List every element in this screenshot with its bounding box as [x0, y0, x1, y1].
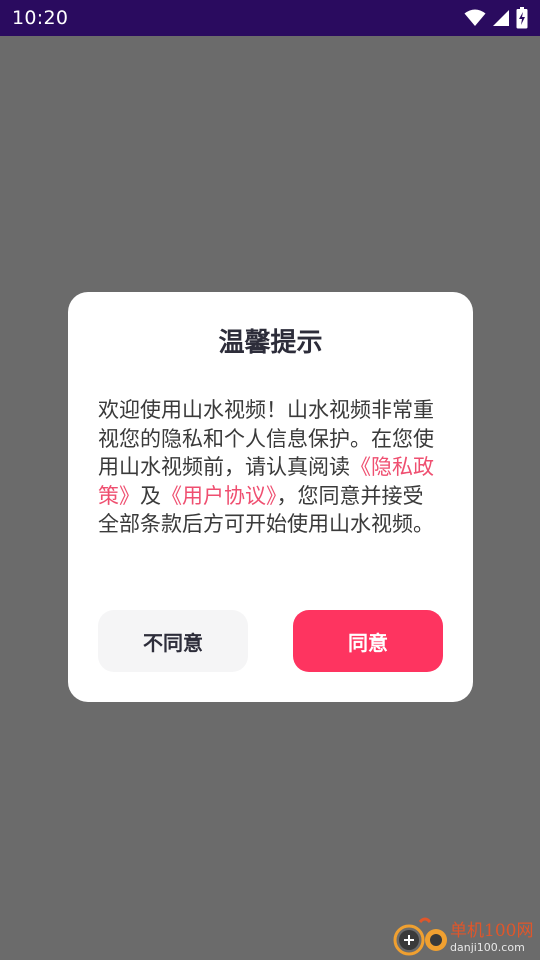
signal-icon — [492, 9, 510, 27]
user-agreement-link[interactable]: 《用户协议》 — [161, 484, 277, 508]
wifi-icon — [464, 9, 486, 27]
dialog-title: 温馨提示 — [218, 328, 323, 358]
dialog-message: 欢迎使用山水视频！山水视频非常重视您的隐私和个人信息保护。在您使用山水视频前，请… — [98, 396, 443, 539]
privacy-dialog: 温馨提示 欢迎使用山水视频！山水视频非常重视您的隐私和个人信息保护。在您使用山水… — [68, 292, 473, 702]
watermark: 单机100网 danji100.com — [392, 916, 540, 960]
watermark-text: 单机100网 danji100.com — [450, 921, 534, 954]
status-icons — [464, 7, 528, 29]
watermark-subtitle: danji100.com — [450, 941, 525, 954]
agree-button[interactable]: 同意 — [293, 610, 443, 672]
message-text-2: 及 — [140, 483, 161, 508]
watermark-title: 单机100网 — [450, 921, 534, 941]
status-bar: 10:20 — [0, 0, 540, 36]
battery-charging-icon — [516, 7, 528, 29]
status-time: 10:20 — [12, 7, 69, 29]
disagree-button[interactable]: 不同意 — [98, 610, 248, 672]
watermark-logo-icon — [392, 916, 450, 960]
